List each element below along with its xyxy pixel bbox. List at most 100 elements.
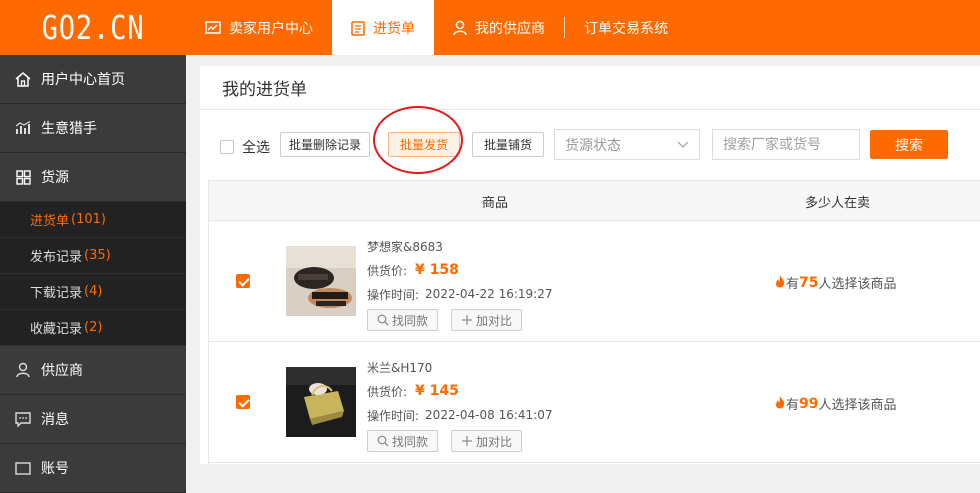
add-compare-button[interactable]: 加对比 <box>451 430 523 452</box>
select-placeholder: 货源状态 <box>565 137 621 154</box>
grid-icon <box>14 169 32 185</box>
sidebar-sub-count: (35) <box>84 248 111 263</box>
source-status-select[interactable]: 货源状态 <box>554 129 700 160</box>
search-icon <box>377 435 389 447</box>
nav-label: 进货单 <box>373 20 415 37</box>
product-info: 米兰&H170 供货价: ¥ 145 操作时间: 2022-04-08 16:4… <box>367 355 553 452</box>
price-line: 供货价: ¥ 145 <box>367 379 553 403</box>
sellers-prefix: 有 <box>786 277 800 292</box>
time-label: 操作时间: <box>367 287 420 302</box>
content-panel: 我的进货单 全选 批量删除记录 批量发货 批量铺货 货源状态 搜索 商品 多少人… <box>200 66 980 464</box>
purchase-table: 商品 多少人在卖 梦想家&8683 供货价: ¥ 158 操作时间: 2022-… <box>208 180 980 464</box>
sellers-number: 99 <box>799 395 819 412</box>
sidebar-sub-label: 下载记录 <box>30 286 83 301</box>
row-checkbox[interactable] <box>236 274 250 288</box>
account-icon <box>14 461 32 476</box>
find-similar-button[interactable]: 找同款 <box>367 430 439 452</box>
sidebar-item-message[interactable]: 消息 <box>0 395 186 444</box>
sidebar-item-account[interactable]: 账号 <box>0 444 186 493</box>
message-icon <box>14 411 32 427</box>
sidebar-label: 消息 <box>41 412 69 428</box>
product-thumbnail[interactable] <box>286 246 356 316</box>
time-value: 2022-04-08 16:41:07 <box>425 408 553 422</box>
add-compare-button[interactable]: 加对比 <box>451 309 523 331</box>
sidebar-item-home[interactable]: 用户中心首页 <box>0 55 186 104</box>
person-icon <box>453 20 467 36</box>
product-thumbnail[interactable] <box>286 367 356 437</box>
nav-label: 我的供应商 <box>475 20 545 37</box>
sidebar-sub-count: (2) <box>84 320 103 335</box>
find-similar-label: 找同款 <box>392 434 429 449</box>
search-button[interactable]: 搜索 <box>870 130 948 159</box>
fire-icon <box>774 395 786 413</box>
plus-icon <box>461 435 473 447</box>
product-name[interactable]: 米兰&H170 <box>367 355 553 379</box>
sidebar-label: 供应商 <box>41 363 83 379</box>
sellers-suffix: 人选择该商品 <box>818 398 897 413</box>
checkbox[interactable] <box>220 140 234 154</box>
fire-icon <box>774 274 786 292</box>
sidebar-item-business-hunter[interactable]: 生意猎手 <box>0 104 186 153</box>
sellers-number: 75 <box>799 274 819 291</box>
sidebar-label: 用户中心首页 <box>41 72 125 88</box>
nav-purchase-list[interactable]: 进货单 <box>332 0 434 55</box>
sidebar-label: 货源 <box>41 170 69 186</box>
sidebar-sub-purchase-list[interactable]: 进货单 (101) <box>0 202 186 238</box>
time-label: 操作时间: <box>367 408 420 423</box>
search-input[interactable] <box>712 129 860 160</box>
nav-order-system[interactable]: 订单交易系统 <box>565 0 687 55</box>
bar-chart-icon <box>14 121 32 135</box>
sidebar-sub-label: 发布记录 <box>30 250 83 265</box>
add-compare-label: 加对比 <box>476 313 513 328</box>
table-row: 梦想家&8683 供货价: ¥ 158 操作时间: 2022-04-22 16:… <box>209 221 980 342</box>
sidebar-sub-label: 收藏记录 <box>30 322 83 337</box>
time-line: 操作时间: 2022-04-22 16:19:27 <box>367 282 553 306</box>
nav-seller-center[interactable]: 卖家用户中心 <box>186 0 332 55</box>
time-value: 2022-04-22 16:19:27 <box>425 287 553 301</box>
nav-my-suppliers[interactable]: 我的供应商 <box>434 0 564 55</box>
price-label: 供货价: <box>367 384 408 399</box>
toolbar: 全选 批量删除记录 批量发货 批量铺货 货源状态 搜索 <box>200 110 980 180</box>
price-value: ¥ 158 <box>415 262 459 278</box>
sidebar-sub-favorite-records[interactable]: 收藏记录 (2) <box>0 310 186 346</box>
nav-label: 订单交易系统 <box>584 20 668 37</box>
site-logo[interactable]: GO2.CN <box>17 0 170 55</box>
sidebar-sub-label: 进货单 <box>30 214 70 229</box>
sidebar-item-supplier[interactable]: 供应商 <box>0 346 186 395</box>
row-actions: 找同款 加对比 <box>367 309 553 331</box>
product-info: 梦想家&8683 供货价: ¥ 158 操作时间: 2022-04-22 16:… <box>367 234 553 331</box>
add-compare-label: 加对比 <box>476 434 513 449</box>
top-nav: 卖家用户中心 进货单 我的供应商 订单交易系统 <box>186 0 687 55</box>
select-all-label: 全选 <box>242 140 270 156</box>
price-label: 供货价: <box>367 263 408 278</box>
sidebar-sub-download-records[interactable]: 下载记录 (4) <box>0 274 186 310</box>
row-checkbox[interactable] <box>236 395 250 409</box>
time-line: 操作时间: 2022-04-08 16:41:07 <box>367 403 553 427</box>
column-header-product: 商品 <box>482 195 509 211</box>
find-similar-button[interactable]: 找同款 <box>367 309 439 331</box>
sidebar-label: 生意猎手 <box>41 121 97 137</box>
sidebar-item-source[interactable]: 货源 <box>0 153 186 202</box>
batch-delete-button[interactable]: 批量删除记录 <box>280 132 370 157</box>
select-all-checkbox[interactable]: 全选 <box>220 137 270 157</box>
home-icon <box>14 71 32 87</box>
clipboard-icon <box>351 20 365 36</box>
sellers-suffix: 人选择该商品 <box>818 277 897 292</box>
search-icon <box>377 314 389 326</box>
plus-icon <box>461 314 473 326</box>
sidebar-sub-publish-records[interactable]: 发布记录 (35) <box>0 238 186 274</box>
sidebar-sub-count: (4) <box>84 284 103 299</box>
batch-list-button[interactable]: 批量铺货 <box>472 132 544 157</box>
sellers-prefix: 有 <box>786 398 800 413</box>
nav-label: 卖家用户中心 <box>229 20 313 37</box>
sellers-count: 有 99 人选择该商品 <box>774 394 897 413</box>
table-header: 商品 多少人在卖 <box>209 181 980 221</box>
table-row: 米兰&H170 供货价: ¥ 145 操作时间: 2022-04-08 16:4… <box>209 342 980 463</box>
annotation-circle <box>373 106 463 174</box>
sellers-count: 有 75 人选择该商品 <box>774 273 897 292</box>
column-header-sellers: 多少人在卖 <box>805 195 871 211</box>
chart-window-icon <box>205 20 221 35</box>
row-actions: 找同款 加对比 <box>367 430 553 452</box>
price-line: 供货价: ¥ 158 <box>367 258 553 282</box>
product-name[interactable]: 梦想家&8683 <box>367 234 553 258</box>
